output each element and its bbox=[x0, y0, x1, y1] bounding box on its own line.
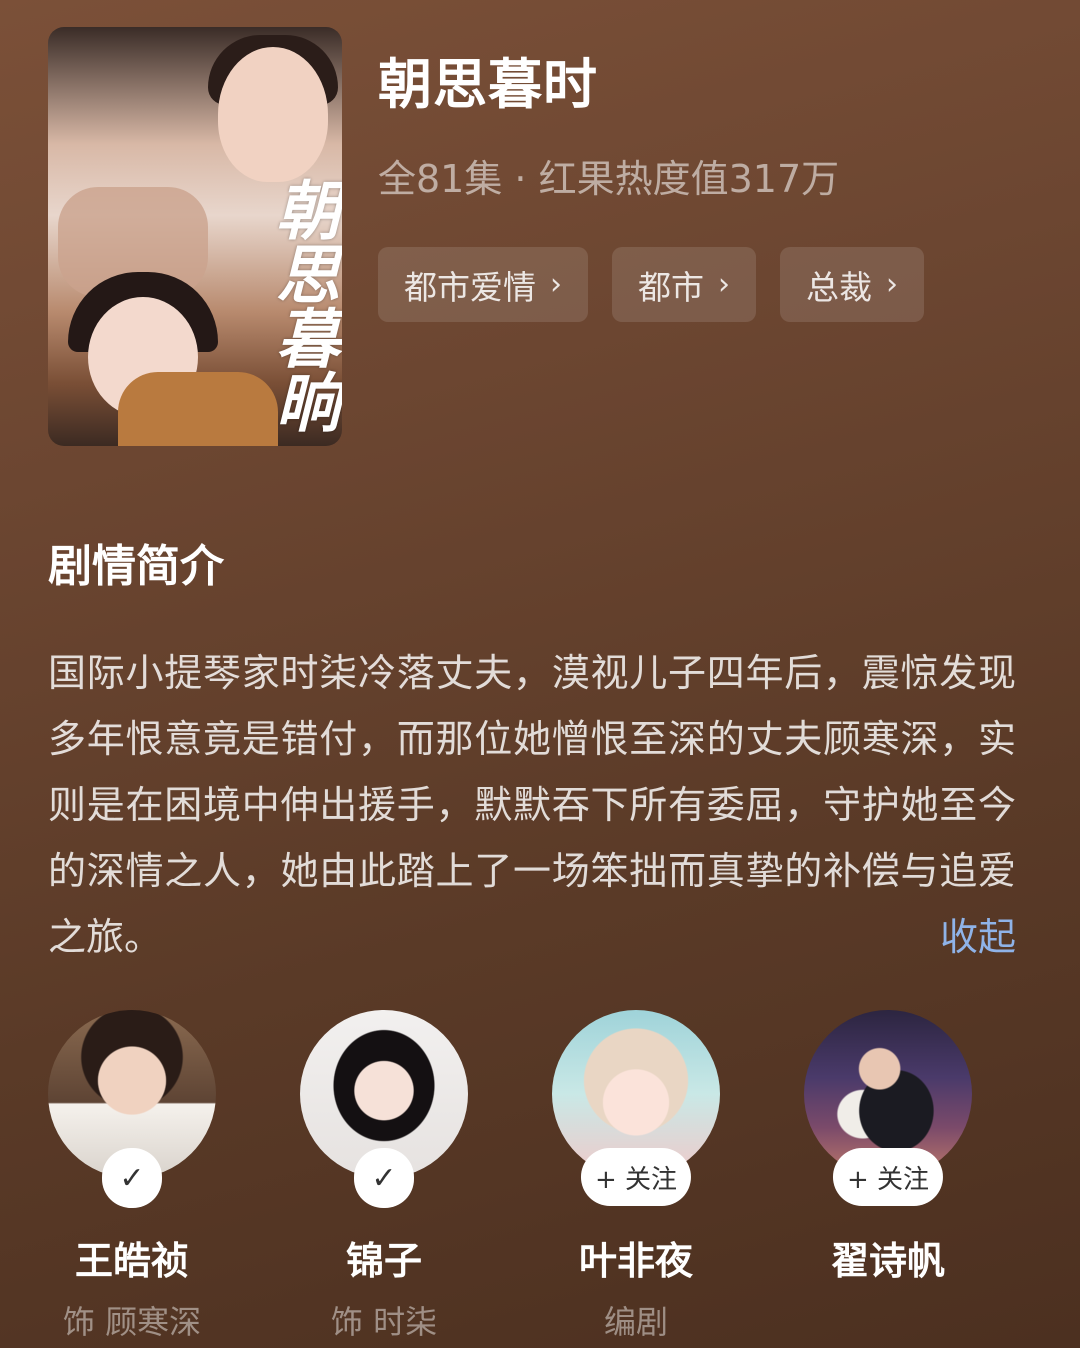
show-meta: 全81集 · 红果热度值317万 bbox=[378, 157, 840, 201]
cast-name: 叶非夜 bbox=[578, 1239, 693, 1283]
tag-list: 都市爱情 › 都市 › 总裁 › bbox=[378, 247, 924, 322]
show-title: 朝思暮时 bbox=[378, 53, 598, 116]
follow-button[interactable]: + 关注 bbox=[832, 1148, 944, 1206]
cast-name: 翟诗帆 bbox=[830, 1239, 945, 1283]
tag-urban-romance[interactable]: 都市爱情 › bbox=[378, 247, 588, 322]
tag-urban[interactable]: 都市 › bbox=[612, 247, 756, 322]
tag-label: 都市爱情 bbox=[404, 267, 536, 307]
cast-role: 编剧 bbox=[603, 1303, 668, 1341]
poster-image[interactable]: 朝思暮晌 bbox=[48, 27, 342, 446]
cast-member[interactable]: ✓ 王皓祯 饰 顾寒深 bbox=[48, 1010, 216, 1343]
check-icon[interactable]: ✓ bbox=[354, 1148, 414, 1208]
poster-calligraphy-logo: 朝思暮晌 bbox=[265, 177, 340, 433]
chevron-right-icon: › bbox=[718, 267, 730, 302]
cast-member[interactable]: + 关注 叶非夜 编剧 bbox=[552, 1010, 720, 1343]
cast-role: 饰 时柒 bbox=[330, 1303, 438, 1341]
cast-name: 王皓祯 bbox=[74, 1239, 189, 1283]
cast-member[interactable]: ✓ 锦子 饰 时柒 bbox=[300, 1010, 468, 1343]
follow-button[interactable]: + 关注 bbox=[580, 1148, 692, 1206]
chevron-right-icon: › bbox=[886, 267, 898, 302]
tag-label: 总裁 bbox=[806, 267, 872, 307]
collapse-button[interactable]: 收起 bbox=[940, 906, 1016, 961]
check-icon[interactable]: ✓ bbox=[102, 1148, 162, 1208]
cast-name: 锦子 bbox=[345, 1239, 422, 1283]
chevron-right-icon: › bbox=[550, 267, 562, 302]
synopsis-text: 国际小提琴家时柒冷落丈夫，漠视儿子四年后，震惊发现多年恨意竟是错付，而那位她憎恨… bbox=[48, 651, 1016, 959]
synopsis-heading: 剧情简介 bbox=[48, 541, 224, 592]
cast-role: 饰 顾寒深 bbox=[62, 1303, 202, 1341]
tag-label: 都市 bbox=[638, 267, 704, 307]
tag-ceo[interactable]: 总裁 › bbox=[780, 247, 924, 322]
cast-member[interactable]: + 关注 翟诗帆 bbox=[804, 1010, 972, 1297]
